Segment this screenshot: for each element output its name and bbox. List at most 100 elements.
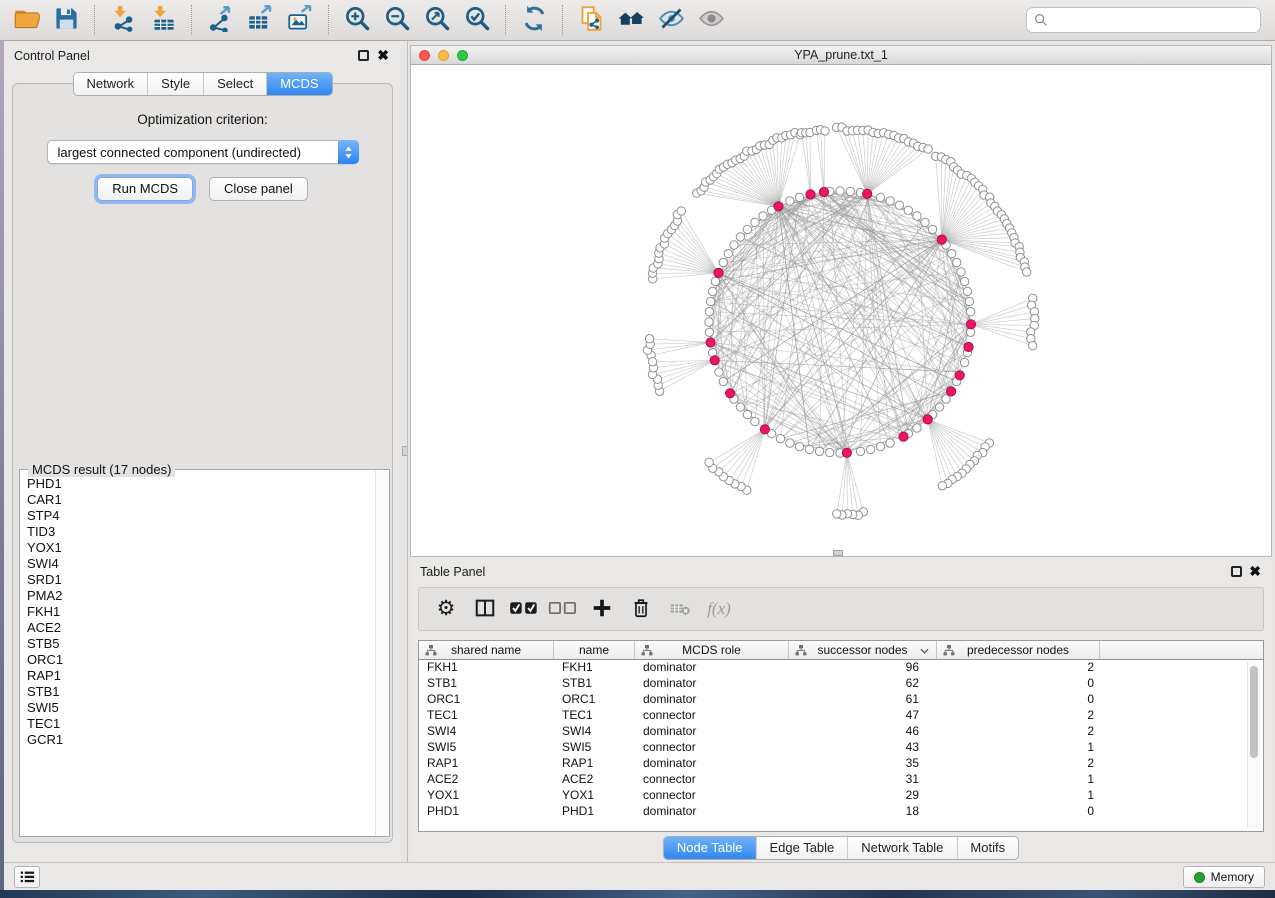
first-neighbors-button[interactable] <box>613 3 649 37</box>
import-table-button[interactable] <box>145 3 181 37</box>
cell-successor-nodes[interactable]: 61 <box>789 692 937 708</box>
cell-predecessor-nodes[interactable]: 1 <box>937 788 1100 804</box>
column-header-MCDS-role[interactable]: MCDS role <box>635 641 789 659</box>
export-network-button[interactable] <box>202 3 238 37</box>
criterion-dropdown[interactable]: largest connected component (undirected) <box>47 140 359 164</box>
vertical-splitter[interactable] <box>401 41 410 862</box>
tab-mcds[interactable]: MCDS <box>266 73 331 95</box>
cell-shared-name[interactable]: RAP1 <box>419 756 554 772</box>
cell-MCDS-role[interactable]: dominator <box>635 676 789 692</box>
table-row-ACE2[interactable]: ACE2ACE2connector311 <box>419 772 1263 788</box>
cell-name[interactable]: PHD1 <box>554 804 635 820</box>
run-mcds-button[interactable]: Run MCDS <box>97 177 193 201</box>
cell-name[interactable]: ORC1 <box>554 692 635 708</box>
cell-name[interactable]: FKH1 <box>554 660 635 676</box>
table-tab-network-table[interactable]: Network Table <box>847 837 956 859</box>
table-tab-node-table[interactable]: Node Table <box>664 837 756 859</box>
table-row-ORC1[interactable]: ORC1ORC1dominator610 <box>419 692 1263 708</box>
column-layout-button[interactable] <box>470 594 500 624</box>
table-row-SWI4[interactable]: SWI4SWI4dominator462 <box>419 724 1263 740</box>
cell-successor-nodes[interactable]: 62 <box>789 676 937 692</box>
task-history-button[interactable] <box>14 866 40 888</box>
export-table-button[interactable] <box>242 3 278 37</box>
settings-gear-button[interactable]: ⚙ <box>431 594 461 624</box>
float-window-icon[interactable] <box>358 50 369 61</box>
deselect-all-checkboxes-button[interactable] <box>548 594 578 624</box>
cell-successor-nodes[interactable]: 46 <box>789 724 937 740</box>
add-button[interactable] <box>587 594 617 624</box>
cell-name[interactable]: SWI4 <box>554 724 635 740</box>
refresh-button[interactable] <box>516 3 552 37</box>
cell-MCDS-role[interactable]: connector <box>635 740 789 756</box>
cell-MCDS-role[interactable]: dominator <box>635 660 789 676</box>
cell-shared-name[interactable]: SWI4 <box>419 724 554 740</box>
cell-MCDS-role[interactable]: dominator <box>635 724 789 740</box>
select-all-checkboxes-button[interactable] <box>509 594 539 624</box>
column-header-predecessor-nodes[interactable]: predecessor nodes <box>937 641 1100 659</box>
close-panel-icon[interactable]: ✖ <box>377 47 389 63</box>
zoom-fit-button[interactable] <box>419 3 455 37</box>
delete-button[interactable] <box>626 594 656 624</box>
cell-MCDS-role[interactable]: dominator <box>635 692 789 708</box>
cell-predecessor-nodes[interactable]: 2 <box>937 660 1100 676</box>
table-row-SWI5[interactable]: SWI5SWI5connector431 <box>419 740 1263 756</box>
show-all-button[interactable] <box>693 3 729 37</box>
cell-name[interactable]: SWI5 <box>554 740 635 756</box>
cell-successor-nodes[interactable]: 31 <box>789 772 937 788</box>
mcds-result-list[interactable]: PHD1CAR1STP4TID3YOX1SWI4SRD1PMA2FKH1ACE2… <box>21 472 375 835</box>
cell-predecessor-nodes[interactable]: 0 <box>937 692 1100 708</box>
cell-MCDS-role[interactable]: connector <box>635 788 789 804</box>
cell-name[interactable]: TEC1 <box>554 708 635 724</box>
cell-name[interactable]: ACE2 <box>554 772 635 788</box>
cell-successor-nodes[interactable]: 18 <box>789 804 937 820</box>
cell-shared-name[interactable]: STB1 <box>419 676 554 692</box>
tab-style[interactable]: Style <box>147 73 203 95</box>
cell-shared-name[interactable]: SWI5 <box>419 740 554 756</box>
table-row-PHD1[interactable]: PHD1PHD1dominator180 <box>419 804 1263 820</box>
tab-network[interactable]: Network <box>73 73 147 95</box>
cell-shared-name[interactable]: ORC1 <box>419 692 554 708</box>
import-network-button[interactable] <box>105 3 141 37</box>
table-scrollbar[interactable] <box>1247 662 1260 828</box>
memory-button[interactable]: Memory <box>1183 866 1265 888</box>
column-header-successor-nodes[interactable]: successor nodes <box>789 641 937 659</box>
table-scrollbar-thumb[interactable] <box>1250 666 1258 758</box>
table-row-STB1[interactable]: STB1STB1dominator620 <box>419 676 1263 692</box>
cell-shared-name[interactable]: ACE2 <box>419 772 554 788</box>
table-row-YOX1[interactable]: YOX1YOX1connector291 <box>419 788 1263 804</box>
export-image-button[interactable] <box>282 3 318 37</box>
table-row-TEC1[interactable]: TEC1TEC1connector472 <box>419 708 1263 724</box>
column-header-shared-name[interactable]: shared name <box>419 641 554 659</box>
close-panel-button[interactable]: Close panel <box>209 177 308 201</box>
splitter-grip[interactable] <box>402 446 408 456</box>
cell-name[interactable]: RAP1 <box>554 756 635 772</box>
open-session-button[interactable] <box>8 3 44 37</box>
tab-select[interactable]: Select <box>203 73 266 95</box>
table-tab-motifs[interactable]: Motifs <box>956 837 1018 859</box>
zoom-in-button[interactable] <box>339 3 375 37</box>
cell-successor-nodes[interactable]: 35 <box>789 756 937 772</box>
cell-MCDS-role[interactable]: dominator <box>635 804 789 820</box>
table-tab-edge-table[interactable]: Edge Table <box>755 837 847 859</box>
zoom-out-button[interactable] <box>379 3 415 37</box>
cell-MCDS-role[interactable]: connector <box>635 772 789 788</box>
table-row-FKH1[interactable]: FKH1FKH1dominator962 <box>419 660 1263 676</box>
cell-predecessor-nodes[interactable]: 0 <box>937 676 1100 692</box>
cell-name[interactable]: STB1 <box>554 676 635 692</box>
cell-predecessor-nodes[interactable]: 2 <box>937 724 1100 740</box>
cell-predecessor-nodes[interactable]: 1 <box>937 740 1100 756</box>
cell-shared-name[interactable]: TEC1 <box>419 708 554 724</box>
mcds-list-scrollbar[interactable] <box>375 471 388 835</box>
cell-MCDS-role[interactable]: dominator <box>635 756 789 772</box>
cell-successor-nodes[interactable]: 96 <box>789 660 937 676</box>
zoom-selected-button[interactable] <box>459 3 495 37</box>
cell-predecessor-nodes[interactable]: 2 <box>937 708 1100 724</box>
float-table-panel-icon[interactable] <box>1231 566 1242 577</box>
cell-shared-name[interactable]: FKH1 <box>419 660 554 676</box>
horizontal-splitter-grip[interactable] <box>833 550 843 556</box>
table-row-RAP1[interactable]: RAP1RAP1dominator352 <box>419 756 1263 772</box>
clone-network-button[interactable] <box>573 3 609 37</box>
cell-MCDS-role[interactable]: connector <box>635 708 789 724</box>
cell-shared-name[interactable]: PHD1 <box>419 804 554 820</box>
search-input[interactable] <box>1026 7 1261 33</box>
